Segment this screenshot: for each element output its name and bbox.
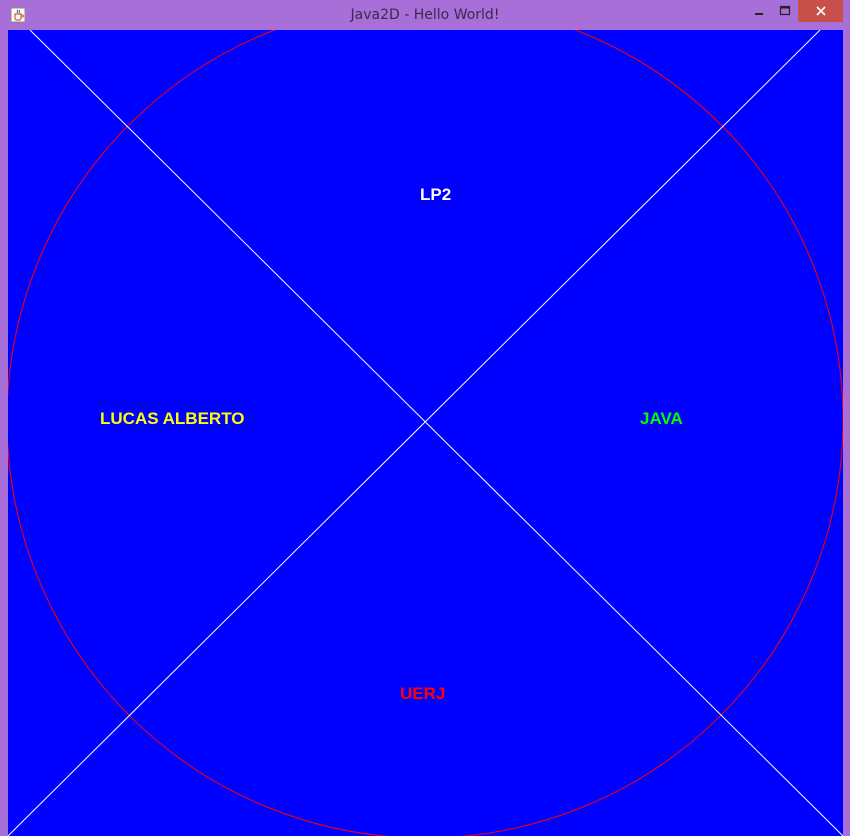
- drawing-surface: [8, 30, 843, 836]
- label-java: JAVA: [640, 409, 683, 428]
- red-circle: [8, 30, 843, 836]
- label-lp2: LP2: [420, 185, 452, 204]
- maximize-icon: [779, 5, 791, 16]
- close-icon: [815, 6, 826, 16]
- close-button[interactable]: [798, 0, 843, 22]
- label-lucas-alberto: LUCAS ALBERTO: [100, 409, 245, 428]
- minimize-icon: [755, 13, 763, 15]
- window-title: Java2D - Hello World!: [350, 7, 500, 23]
- minimize-button[interactable]: [746, 0, 772, 22]
- label-uerj: UERJ: [400, 684, 446, 703]
- diagonal-line-2: [8, 30, 821, 836]
- maximize-button[interactable]: [772, 0, 798, 22]
- title-bar[interactable]: Java2D - Hello World!: [0, 0, 850, 30]
- drawing-canvas: LP2 LUCAS ALBERTO JAVA UERJ: [8, 30, 843, 836]
- diagonal-line-1: [29, 30, 843, 836]
- app-window: Java2D - Hello World! LP2 LUCAS ALBERTO: [0, 0, 850, 836]
